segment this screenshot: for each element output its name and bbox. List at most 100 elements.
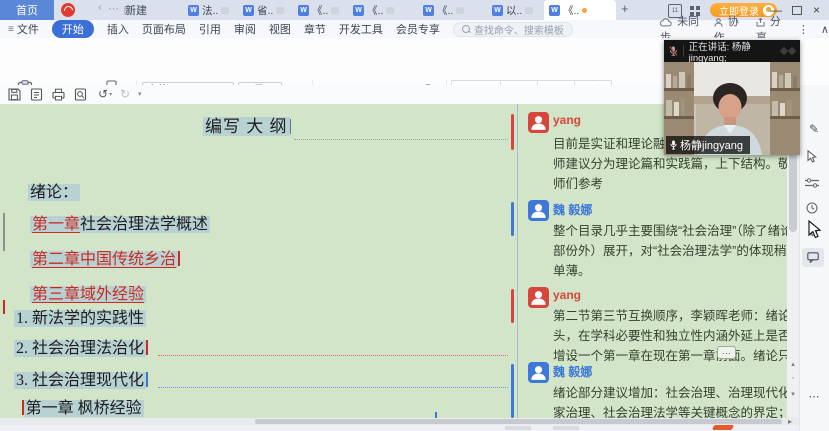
comment-text[interactable]: 整个目录几乎主要围绕“社会治理”（除了绪论: [553, 220, 789, 239]
dotted-rule-blue: [158, 387, 508, 388]
mouse-pointer: [808, 220, 822, 239]
edit-pen-icon[interactable]: ✎: [805, 122, 823, 136]
horizontal-scrollbar-thumb[interactable]: [255, 419, 782, 424]
comment-text[interactable]: 增设一个第一章在现在第一章前面。绪论只: [553, 345, 789, 364]
doc-line-ch3[interactable]: 第三章域外经验: [30, 285, 146, 305]
meeting-status-bar: 正在讲话: 杨静jingyang;: [664, 40, 800, 62]
titlebar: 首页 ‹ ⋯ 新建 W 法.. W 省.. W 《.. W 《.. W 《..: [0, 0, 829, 20]
document-tab-label: 以..: [506, 3, 522, 18]
avatar: [528, 200, 549, 221]
comment-author[interactable]: yang: [553, 113, 581, 127]
comment-text[interactable]: 绪论部分建议增加：社会治理、治理现代化、国: [553, 382, 789, 401]
tab-close-icon[interactable]: [331, 7, 339, 14]
player-control: [553, 426, 579, 430]
participant-name-tag: 杨静jingyang: [666, 136, 750, 154]
comment-text[interactable]: 师们参考: [553, 173, 789, 192]
print-preview-icon[interactable]: [74, 88, 87, 101]
docer-icon[interactable]: [61, 3, 75, 17]
comment-text[interactable]: 部份外）展开，对“社会治理法学”的体现稍显: [553, 240, 789, 259]
file-menu[interactable]: ≡ 文件: [8, 21, 39, 37]
tab-section[interactable]: 章节: [304, 21, 326, 37]
person-icon: [528, 362, 549, 383]
comment-author[interactable]: yang: [553, 288, 581, 302]
writer-icon: W: [188, 5, 199, 16]
tab-close-icon[interactable]: [221, 7, 229, 14]
mic-icon: [670, 140, 677, 150]
tab-review[interactable]: 审阅: [234, 21, 256, 37]
comment-text[interactable]: 师建议分为理论篇和实践篇，上下结构。敬请老: [553, 153, 789, 172]
doc-title[interactable]: 编写 大 纲: [203, 117, 291, 137]
webcam-video: 杨静jingyang: [664, 62, 800, 155]
doc-line-item1[interactable]: 1. 新法学的实践性: [14, 309, 146, 329]
person-icon: [714, 18, 723, 27]
new-document-tab[interactable]: 新建: [110, 0, 162, 20]
avatar: [528, 112, 549, 133]
tab-insert[interactable]: 插入: [107, 21, 129, 37]
save-icon[interactable]: [8, 88, 21, 101]
collapse-ribbon-icon[interactable]: ∧: [821, 23, 829, 36]
settings-sliders-icon[interactable]: [805, 178, 819, 188]
dotted-rule: [294, 139, 508, 140]
tab-member[interactable]: 会员专享: [396, 21, 440, 37]
browse-select-icon[interactable]: ◦: [788, 375, 798, 382]
comment-author[interactable]: 魏 毅娜: [553, 201, 592, 218]
comment-text[interactable]: 第二节第三节互换顺序，李颖晖老师：绪论是重: [553, 305, 789, 324]
document-tab-label: 法..: [202, 3, 218, 18]
comment-author[interactable]: 魏 毅娜: [553, 363, 592, 380]
doc-line-fengqiao[interactable]: 第一章 枫桥经验: [22, 399, 144, 419]
document-tab[interactable]: W 法..: [183, 0, 234, 20]
select-tool-icon[interactable]: [807, 150, 818, 163]
speaking-label: 正在讲话: 杨静jingyang;: [689, 39, 776, 64]
tab-references[interactable]: 引用: [199, 21, 221, 37]
comment-more-button[interactable]: …: [717, 346, 736, 359]
writer-icon: W: [549, 5, 560, 16]
browse-down-icon[interactable]: ▾: [788, 390, 798, 398]
undo-icon[interactable]: ↺: [98, 87, 112, 101]
sidebar-more-icon[interactable]: ⋯: [805, 390, 823, 403]
writer-icon: W: [243, 5, 254, 16]
document-tab[interactable]: W 《..: [418, 0, 469, 20]
meeting-video-overlay[interactable]: 正在讲话: 杨静jingyang;: [664, 40, 800, 155]
add-tab-button[interactable]: +: [621, 1, 629, 16]
tab-close-icon[interactable]: [456, 7, 464, 14]
apps-grid-icon[interactable]: [690, 6, 694, 10]
document-tab-active[interactable]: W 《..: [544, 0, 616, 20]
doc-line-ch1[interactable]: 第一章社会治理法学概述: [30, 215, 210, 235]
history-clock-icon[interactable]: [806, 202, 818, 214]
document-tab[interactable]: W 以..: [487, 0, 538, 20]
more-options-icon[interactable]: ⋮: [798, 23, 809, 36]
restore-button[interactable]: [792, 6, 802, 15]
toolbar-customize-icon[interactable]: ▾: [138, 90, 142, 98]
person-icon: [528, 287, 549, 308]
tab-close-icon[interactable]: [276, 7, 284, 14]
print-icon[interactable]: [52, 88, 65, 101]
close-button[interactable]: ×: [813, 3, 820, 17]
bottom-strip: [0, 425, 799, 431]
doc-line-ch2[interactable]: 第二章中国传统乡治: [30, 250, 180, 270]
comment-text[interactable]: 单薄。: [553, 260, 789, 279]
player-control: [505, 426, 531, 430]
doc-line-item2[interactable]: 2. 社会治理法治化: [14, 339, 148, 359]
document-tab[interactable]: W 《..: [293, 0, 344, 20]
doc-line-intro[interactable]: 绪论：: [28, 183, 80, 203]
redo-icon[interactable]: ↻: [120, 87, 130, 101]
document-tab[interactable]: W 《..: [348, 0, 399, 20]
tab-close-icon[interactable]: [525, 7, 533, 14]
tab-close-icon[interactable]: [386, 7, 394, 14]
browse-up-icon[interactable]: ▴: [788, 360, 798, 368]
home-tab[interactable]: 首页: [0, 0, 54, 20]
export-pdf-icon[interactable]: [30, 88, 43, 101]
document-tab-label: 《..: [312, 3, 328, 18]
back-icon[interactable]: ‹: [98, 2, 102, 14]
meeting-app-logo: [781, 48, 795, 54]
tab-home-ribbon[interactable]: 开始: [52, 20, 94, 38]
revision-bar: [3, 300, 5, 314]
command-search-input[interactable]: 查找命令、搜索模板: [453, 22, 573, 37]
doc-line-item3[interactable]: 3. 社会治理现代化: [14, 371, 148, 391]
comment-text[interactable]: 头，在学科必要性和独立性内涵外延上是否需要: [553, 325, 789, 344]
tab-view[interactable]: 视图: [269, 21, 291, 37]
tab-page-layout[interactable]: 页面布局: [142, 21, 186, 37]
comments-panel-icon-active[interactable]: [802, 248, 824, 267]
tab-developer[interactable]: 开发工具: [339, 21, 383, 37]
document-tab[interactable]: W 省..: [238, 0, 289, 20]
